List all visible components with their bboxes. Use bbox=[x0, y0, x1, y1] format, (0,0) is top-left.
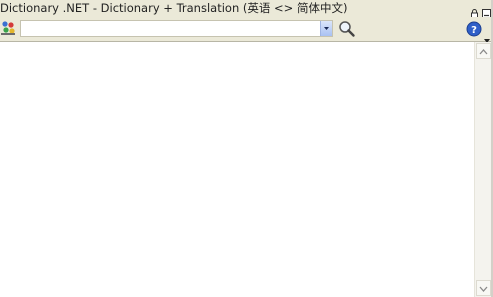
vertical-scrollbar[interactable] bbox=[474, 42, 491, 297]
chevron-up-icon bbox=[479, 49, 488, 55]
svg-text:?: ? bbox=[471, 25, 477, 36]
lock-icon[interactable] bbox=[470, 3, 479, 18]
title-bar: Dictionary .NET - Dictionary + Translati… bbox=[0, 0, 493, 18]
magnifier-icon[interactable] bbox=[338, 20, 356, 38]
app-window: Dictionary .NET - Dictionary + Translati… bbox=[0, 0, 493, 297]
chevron-down-icon bbox=[479, 286, 488, 292]
toolbar: ? bbox=[0, 17, 493, 43]
results-pane bbox=[0, 42, 474, 297]
search-input[interactable] bbox=[23, 22, 319, 35]
minimize-icon[interactable] bbox=[482, 3, 491, 18]
help-icon[interactable]: ? bbox=[466, 21, 482, 37]
window-title: Dictionary .NET - Dictionary + Translati… bbox=[0, 1, 348, 15]
chevron-down-icon bbox=[324, 27, 329, 30]
chevron-down-icon[interactable] bbox=[484, 28, 490, 43]
search-combo[interactable] bbox=[20, 20, 333, 37]
scroll-up-button[interactable] bbox=[476, 43, 491, 59]
dictionary-logo-icon[interactable] bbox=[0, 20, 17, 37]
scroll-down-button[interactable] bbox=[476, 280, 491, 296]
dropdown-button[interactable] bbox=[320, 21, 332, 36]
